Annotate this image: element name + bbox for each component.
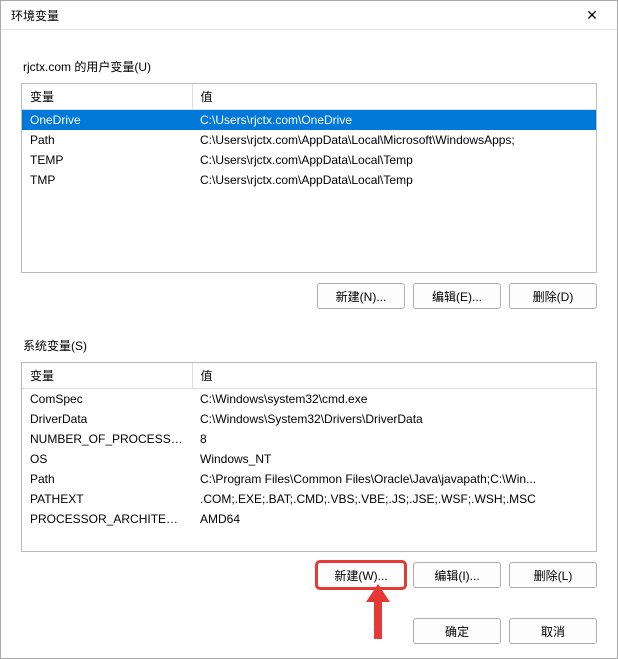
col-value[interactable]: 值 — [192, 84, 596, 110]
table-row[interactable]: TEMPC:\Users\rjctx.com\AppData\Local\Tem… — [22, 150, 596, 170]
table-row[interactable]: PROCESSOR_ARCHITECT...AMD64 — [22, 509, 596, 529]
table-header-row: 变量 值 — [22, 84, 596, 110]
user-vars-table[interactable]: 变量 值 OneDriveC:\Users\rjctx.com\OneDrive… — [21, 83, 597, 273]
cell-value: C:\Windows\system32\cmd.exe — [192, 389, 596, 410]
cell-value: AMD64 — [192, 509, 596, 529]
ok-button[interactable]: 确定 — [413, 618, 501, 644]
cell-variable: PATHEXT — [22, 489, 192, 509]
cell-value: C:\Users\rjctx.com\AppData\Local\Temp — [192, 150, 596, 170]
table-row[interactable]: OneDriveC:\Users\rjctx.com\OneDrive — [22, 110, 596, 131]
cell-value: 8 — [192, 429, 596, 449]
cell-variable: NUMBER_OF_PROCESSORS — [22, 429, 192, 449]
cell-variable: Path — [22, 130, 192, 150]
cell-variable: Path — [22, 469, 192, 489]
table-row[interactable]: PathC:\Program Files\Common Files\Oracle… — [22, 469, 596, 489]
system-delete-button[interactable]: 删除(L) — [509, 562, 597, 588]
system-vars-label: 系统变量(S) — [23, 337, 597, 354]
table-row[interactable]: TMPC:\Users\rjctx.com\AppData\Local\Temp — [22, 170, 596, 190]
dialog-title: 环境变量 — [11, 7, 59, 24]
user-delete-button[interactable]: 删除(D) — [509, 283, 597, 309]
cell-variable: PROCESSOR_ARCHITECT... — [22, 509, 192, 529]
system-new-button[interactable]: 新建(W)... — [317, 562, 405, 588]
cell-value: C:\Program Files\Common Files\Oracle\Jav… — [192, 469, 596, 489]
table-row[interactable]: OSWindows_NT — [22, 449, 596, 469]
table-row[interactable]: PathC:\Users\rjctx.com\AppData\Local\Mic… — [22, 130, 596, 150]
user-edit-button[interactable]: 编辑(E)... — [413, 283, 501, 309]
cell-value: C:\Users\rjctx.com\AppData\Local\Temp — [192, 170, 596, 190]
system-vars-table[interactable]: 变量 值 ComSpecC:\Windows\system32\cmd.exeD… — [21, 362, 597, 552]
cell-variable: TMP — [22, 170, 192, 190]
table-header-row: 变量 值 — [22, 363, 596, 389]
close-icon[interactable]: ✕ — [577, 7, 607, 24]
col-variable[interactable]: 变量 — [22, 363, 192, 389]
cell-value: C:\Windows\System32\Drivers\DriverData — [192, 409, 596, 429]
user-vars-buttons: 新建(N)... 编辑(E)... 删除(D) — [21, 283, 597, 309]
titlebar: 环境变量 ✕ — [1, 1, 617, 30]
cell-variable: OS — [22, 449, 192, 469]
system-edit-button[interactable]: 编辑(I)... — [413, 562, 501, 588]
dialog-footer: 确定 取消 — [1, 604, 617, 658]
table-row[interactable]: NUMBER_OF_PROCESSORS8 — [22, 429, 596, 449]
system-vars-buttons: 新建(W)... 编辑(I)... 删除(L) — [21, 562, 597, 588]
dialog-content: rjctx.com 的用户变量(U) 变量 值 OneDriveC:\Users… — [1, 30, 617, 604]
col-value[interactable]: 值 — [192, 363, 596, 389]
cell-variable: OneDrive — [22, 110, 192, 131]
cell-value: C:\Users\rjctx.com\AppData\Local\Microso… — [192, 130, 596, 150]
cell-variable: TEMP — [22, 150, 192, 170]
cell-value: Windows_NT — [192, 449, 596, 469]
col-variable[interactable]: 变量 — [22, 84, 192, 110]
user-new-button[interactable]: 新建(N)... — [317, 283, 405, 309]
cell-value: C:\Users\rjctx.com\OneDrive — [192, 110, 596, 131]
table-row[interactable]: PATHEXT.COM;.EXE;.BAT;.CMD;.VBS;.VBE;.JS… — [22, 489, 596, 509]
cell-variable: DriverData — [22, 409, 192, 429]
cell-value: .COM;.EXE;.BAT;.CMD;.VBS;.VBE;.JS;.JSE;.… — [192, 489, 596, 509]
table-row[interactable]: DriverDataC:\Windows\System32\Drivers\Dr… — [22, 409, 596, 429]
table-row[interactable]: ComSpecC:\Windows\system32\cmd.exe — [22, 389, 596, 410]
cell-variable: ComSpec — [22, 389, 192, 410]
user-vars-label: rjctx.com 的用户变量(U) — [23, 58, 597, 75]
cancel-button[interactable]: 取消 — [509, 618, 597, 644]
env-vars-dialog: 环境变量 ✕ rjctx.com 的用户变量(U) 变量 值 OneDriveC… — [0, 0, 618, 659]
